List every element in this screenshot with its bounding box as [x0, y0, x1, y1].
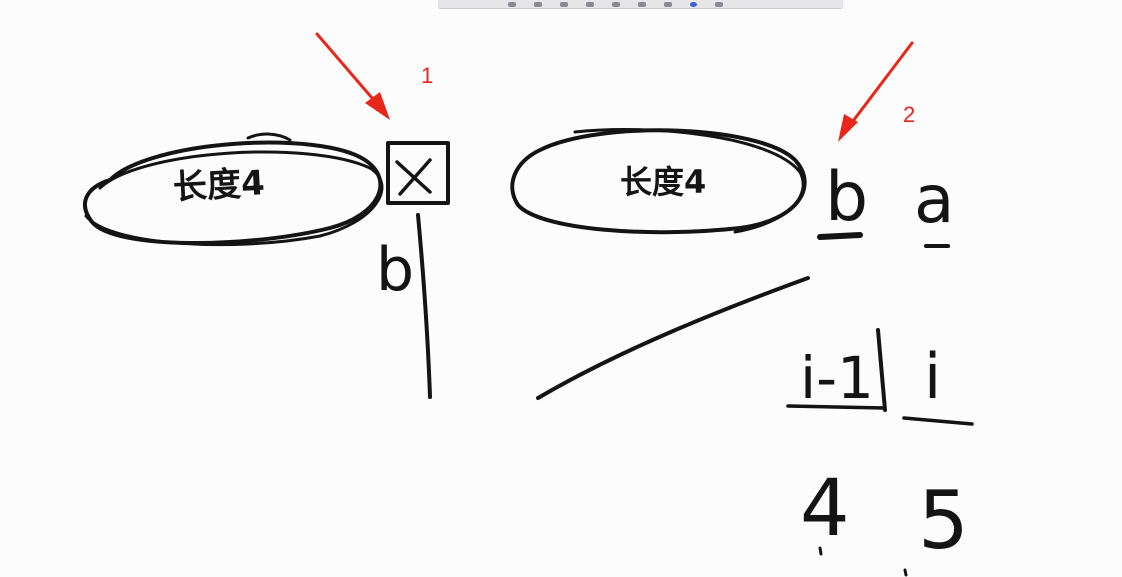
box-vertical-line [416, 213, 432, 399]
pair-letter-b: b [825, 158, 868, 237]
box-below-letter: b [376, 235, 414, 305]
box-x-mark [395, 158, 432, 196]
callout-number-1: 1 [421, 63, 433, 88]
pair-letter-a: a [914, 161, 954, 238]
underline-right [902, 416, 974, 426]
index-label-left: i-1 [800, 344, 874, 412]
index-value-left: 4 [800, 464, 850, 554]
index-value-right: 5 [918, 474, 969, 567]
oval-left-tick [246, 132, 292, 142]
oval-left-text: 长度4 [172, 163, 266, 208]
index-label-right: i [924, 340, 941, 413]
index-divider [876, 328, 887, 412]
stray-dot [903, 568, 908, 577]
whiteboard-canvas: 长度4 长度4 b b a i-1 i 4 5 1 2 [0, 0, 1122, 577]
oval-right-text: 长度4 [620, 163, 706, 201]
callout-number-2: 2 [903, 102, 915, 127]
diagonal-line [536, 276, 810, 400]
arrow-2-shaft [842, 41, 914, 135]
ink-layer: 长度4 长度4 b b a i-1 i 4 5 1 2 [83, 32, 974, 577]
